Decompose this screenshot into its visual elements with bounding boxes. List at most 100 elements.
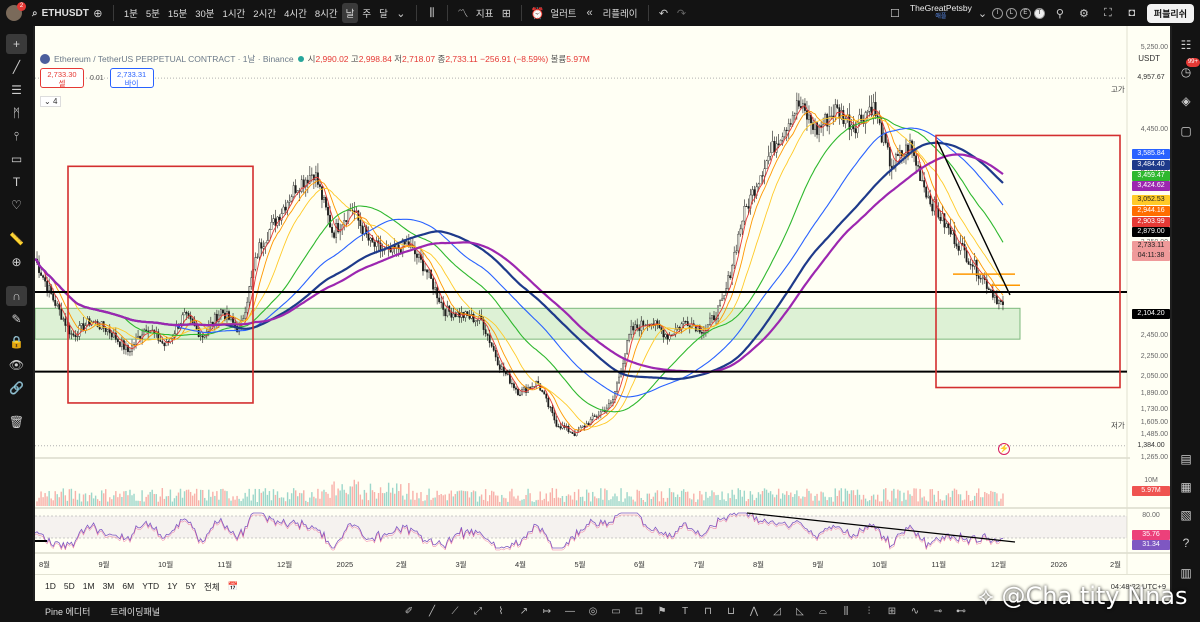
date-range-tool-icon[interactable]: ⊷ bbox=[952, 604, 970, 619]
favorites-icon[interactable]: ♡ bbox=[6, 195, 27, 215]
range-button[interactable]: 1Y bbox=[163, 581, 181, 593]
range-button[interactable]: 5D bbox=[60, 581, 79, 593]
horizontal-line-icon[interactable]: — bbox=[561, 604, 579, 619]
publish-button[interactable]: 퍼블리쉬 bbox=[1146, 3, 1194, 23]
camera-icon[interactable]: ◘ bbox=[1123, 7, 1141, 19]
layers-icon[interactable]: ◈ bbox=[1177, 92, 1195, 110]
pine-editor-tab[interactable]: Pine 에디터 bbox=[0, 605, 100, 618]
zoom-in-icon[interactable]: ⊕ bbox=[6, 252, 27, 272]
pin-tool-icon[interactable]: ⚑ bbox=[653, 604, 671, 619]
chat-icon[interactable]: ▢ bbox=[1177, 122, 1195, 140]
candle-type-icon[interactable]: ⫼ bbox=[423, 7, 441, 20]
chevron-down-icon[interactable]: ⌄ bbox=[978, 7, 987, 20]
interval-button[interactable]: 1분 bbox=[120, 3, 142, 23]
indicator-collapse-toggle[interactable]: ⌄ 4 bbox=[40, 96, 62, 107]
interval-button[interactable]: 15분 bbox=[164, 3, 191, 23]
trash-icon[interactable]: 🗑 bbox=[6, 412, 27, 432]
shape-tool-icon[interactable]: ▭ bbox=[6, 149, 27, 169]
calendar-icon[interactable]: ▦ bbox=[1177, 478, 1195, 496]
add-symbol-icon[interactable]: ⊕ bbox=[89, 7, 107, 20]
notifications-icon[interactable]: ▥ bbox=[1177, 564, 1195, 582]
user-layout-name[interactable]: TheGreatPetsby 애플 bbox=[910, 4, 972, 22]
redo-icon[interactable]: ↷ bbox=[673, 7, 691, 20]
interval-button[interactable]: 8시간 bbox=[311, 3, 342, 23]
alert-icon[interactable]: ⏰ bbox=[528, 7, 546, 20]
keep-drawing-icon[interactable]: ✎ bbox=[6, 309, 27, 329]
replay-icon[interactable]: « bbox=[581, 7, 599, 19]
data-window-icon[interactable]: ▤ bbox=[1177, 450, 1195, 468]
collaborator-avatar[interactable]: T bbox=[1033, 7, 1045, 19]
ray-tool-icon[interactable]: ⟋ bbox=[446, 604, 464, 619]
pattern-tool-icon[interactable]: ᛗ bbox=[6, 103, 27, 123]
interval-button[interactable]: 주 bbox=[358, 3, 375, 23]
lock-icon[interactable]: 🔒 bbox=[6, 332, 27, 352]
gann-icon[interactable]: ◺ bbox=[791, 604, 809, 619]
interval-button[interactable]: 날 bbox=[341, 3, 359, 23]
settings-icon[interactable]: ⚙ bbox=[1075, 7, 1093, 20]
interval-button[interactable]: 달 bbox=[375, 3, 392, 23]
cycle-lines-icon[interactable]: ⊸ bbox=[929, 604, 947, 619]
long-position-icon[interactable]: ⊓ bbox=[699, 604, 717, 619]
path-tool-icon[interactable]: ⌇ bbox=[492, 604, 510, 619]
ideas-icon[interactable]: ▧ bbox=[1177, 506, 1195, 524]
horizontal-ray-icon[interactable]: ↦ bbox=[538, 604, 556, 619]
templates-icon[interactable]: ⊞ bbox=[497, 7, 515, 20]
collaborator-avatar[interactable]: E bbox=[1019, 7, 1031, 19]
interval-button[interactable]: 30분 bbox=[191, 3, 218, 23]
eye-icon[interactable]: 👁 bbox=[6, 355, 27, 375]
watchlist-icon[interactable]: ☷ bbox=[1177, 36, 1195, 54]
sell-button[interactable]: 2,733.30 셀 bbox=[40, 68, 84, 88]
collaborator-avatar[interactable]: L bbox=[1005, 7, 1017, 19]
fib-tool-icon[interactable]: ☰ bbox=[6, 80, 27, 100]
chevron-down-icon[interactable]: ⌄ bbox=[392, 7, 410, 20]
candles-icon[interactable]: ⫼ bbox=[837, 604, 855, 619]
event-lightning-icon[interactable]: ⚡ bbox=[998, 443, 1010, 455]
help-icon[interactable]: ? bbox=[1177, 534, 1195, 552]
range-button[interactable]: 5Y bbox=[182, 581, 200, 593]
fib-circle-icon[interactable]: ⌓ bbox=[814, 604, 832, 619]
range-button[interactable]: YTD bbox=[138, 581, 163, 593]
grid-icon[interactable]: ⊞ bbox=[883, 604, 901, 619]
bars-pattern-icon[interactable]: ⫶ bbox=[860, 604, 878, 619]
trendline-tool-icon[interactable]: ╱ bbox=[6, 57, 27, 77]
quick-search-icon[interactable]: ⚲ bbox=[1051, 7, 1069, 20]
arrow-tool-icon[interactable]: ↗ bbox=[515, 604, 533, 619]
interval-button[interactable]: 5분 bbox=[142, 3, 164, 23]
layout-checkbox-icon[interactable]: ☐ bbox=[886, 7, 904, 20]
symbol-search[interactable]: ⌕ ETHUSDT bbox=[32, 8, 89, 19]
collaborator-avatar[interactable]: I bbox=[991, 7, 1003, 19]
indicators-button[interactable]: 지표 bbox=[472, 3, 497, 23]
link-icon[interactable]: 🔗 bbox=[6, 378, 27, 398]
range-button[interactable]: 1M bbox=[79, 581, 99, 593]
undo-icon[interactable]: ↶ bbox=[655, 7, 673, 20]
crosshair-icon[interactable]: + bbox=[6, 34, 27, 54]
triangle-pattern-icon[interactable]: ◿ bbox=[768, 604, 786, 619]
fullscreen-icon[interactable]: ⛶ bbox=[1099, 7, 1117, 20]
replay-button[interactable]: 리플레이 bbox=[599, 3, 642, 23]
extended-line-icon[interactable]: ⤢ bbox=[469, 604, 487, 619]
indicators-icon[interactable]: 〽 bbox=[454, 5, 472, 21]
magnet-icon[interactable]: ∩ bbox=[6, 286, 27, 306]
pattern-icon[interactable]: ⋀ bbox=[745, 604, 763, 619]
short-position-icon[interactable]: ⊔ bbox=[722, 604, 740, 619]
measure-icon[interactable]: 📏 bbox=[6, 229, 27, 249]
date-range-icon[interactable]: 📅 bbox=[224, 581, 243, 592]
range-button[interactable]: 전체 bbox=[200, 581, 224, 593]
line-tool-icon[interactable]: ╱ bbox=[423, 604, 441, 619]
range-button[interactable]: 3M bbox=[99, 581, 119, 593]
chart-canvas[interactable]: 8월 9월 10월 11월 12월 2025 2월 3월 4월 5월 6월 7월 8월 9월 10월 11월 1… bbox=[35, 26, 1170, 601]
currency-label[interactable]: USDT bbox=[1138, 54, 1160, 63]
interval-button[interactable]: 4시간 bbox=[280, 3, 311, 23]
trading-panel-tab[interactable]: 트레이딩패널 bbox=[100, 605, 170, 618]
alert-button[interactable]: 얼러트 bbox=[546, 3, 580, 23]
text-tool-icon[interactable]: T bbox=[6, 172, 27, 192]
brush-icon[interactable]: ✐ bbox=[400, 604, 418, 619]
circle-tool-icon[interactable]: ◎ bbox=[584, 604, 602, 619]
buy-button[interactable]: 2,733.31 바이 bbox=[109, 68, 154, 88]
note-tool-icon[interactable]: ⊡ bbox=[630, 604, 648, 619]
range-button[interactable]: 6M bbox=[118, 581, 138, 593]
interval-button[interactable]: 2시간 bbox=[249, 3, 280, 23]
alerts-clock-icon[interactable]: ◷ 99+ bbox=[1177, 58, 1200, 81]
text-tool-icon[interactable]: T bbox=[676, 604, 694, 619]
rectangle-tool-icon[interactable]: ▭ bbox=[607, 604, 625, 619]
